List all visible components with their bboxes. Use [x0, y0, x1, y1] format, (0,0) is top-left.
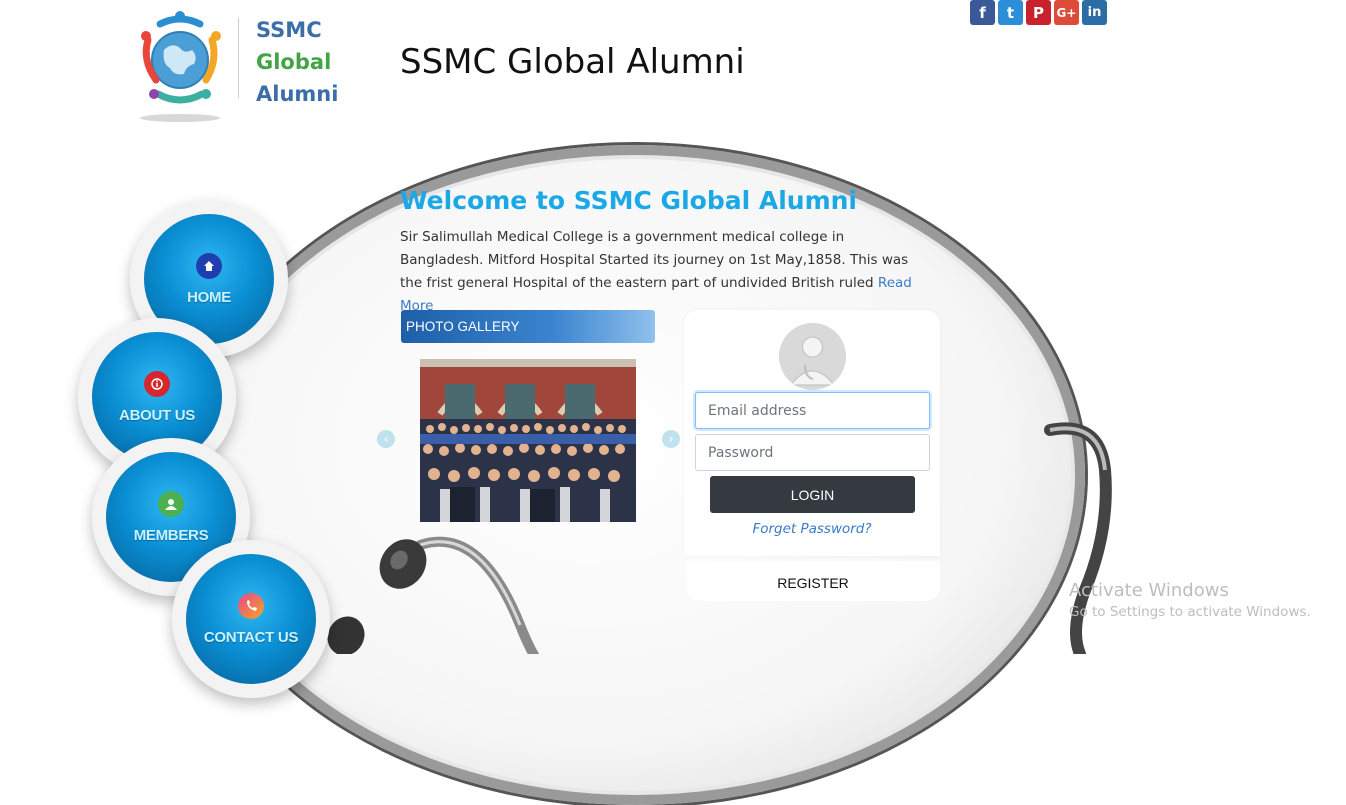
facebook-icon[interactable]: f [970, 0, 995, 25]
welcome-title: Welcome to SSMC Global Alumni [400, 186, 857, 215]
twitter-icon[interactable]: t [998, 0, 1023, 25]
linkedin-icon[interactable]: in [1082, 0, 1107, 25]
login-button[interactable]: LOGIN [710, 476, 915, 513]
members-icon [158, 490, 184, 517]
logo-line2: Global [256, 50, 332, 74]
gallery-prev-arrow-icon[interactable]: ‹ [377, 430, 395, 448]
stethoscope-chestpiece-decoration [379, 536, 539, 654]
logo-line1: SSMC [256, 18, 322, 42]
logo-wordmark: SSMC Global Alumni [256, 14, 338, 110]
logo-line3: Alumni [256, 82, 339, 106]
email-field[interactable] [695, 392, 930, 429]
gallery-photo [420, 359, 636, 522]
activate-windows-subtitle: Go to Settings to activate Windows. [1069, 604, 1311, 620]
nav-contact-label: CONTACT US [203, 628, 299, 646]
site-title: SSMC Global Alumni [400, 42, 745, 82]
forget-password-link[interactable]: Forget Password? [684, 521, 940, 537]
photo-gallery-heading: PHOTO GALLERY [401, 310, 655, 343]
welcome-paragraph: Sir Salimullah Medical College is a gove… [400, 229, 909, 291]
info-icon [144, 370, 170, 397]
googleplus-icon[interactable]: G+ [1054, 0, 1079, 25]
phone-icon [238, 592, 264, 619]
password-field[interactable] [695, 434, 930, 471]
register-button[interactable]: REGISTER [686, 561, 940, 601]
nav-members-label: MEMBERS [133, 526, 209, 544]
activate-windows-title: Activate Windows [1069, 580, 1229, 601]
doctor-avatar-icon [779, 323, 846, 390]
nav-home-label: HOME [187, 288, 231, 306]
nav-contact-button[interactable]: CONTACT US [172, 540, 330, 698]
social-links: f t P G+ in [970, 0, 1107, 25]
home-icon [196, 252, 222, 279]
nav-about-label: ABOUT US [119, 406, 195, 424]
welcome-text: Sir Salimullah Medical College is a gove… [400, 226, 920, 318]
gallery-next-arrow-icon[interactable]: › [662, 430, 680, 448]
pinterest-icon[interactable]: P [1026, 0, 1051, 25]
